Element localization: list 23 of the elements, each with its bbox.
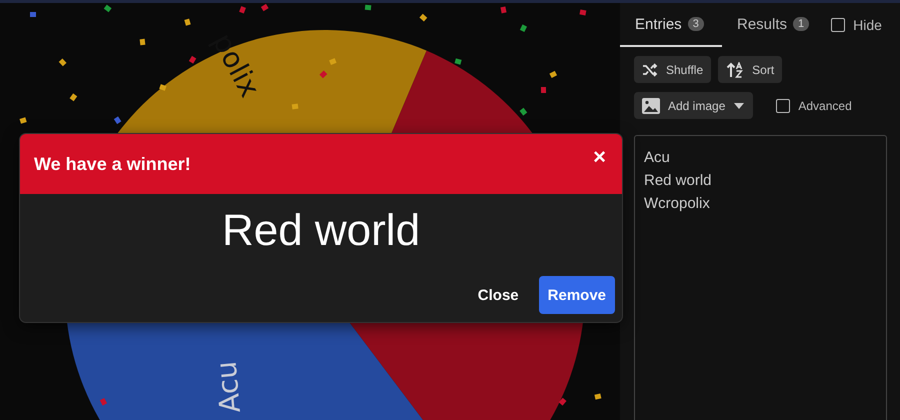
image-icon [642, 98, 660, 114]
caret-icon [733, 102, 746, 110]
advanced-checkbox[interactable] [776, 98, 790, 112]
close-button[interactable]: Close [466, 276, 531, 314]
count-badge: 1 [793, 17, 810, 31]
hide-checkbox[interactable] [831, 18, 846, 32]
sort-icon [726, 62, 744, 78]
shuffle-button[interactable]: Shuffle [634, 56, 712, 83]
tab-label: Entries [635, 16, 682, 32]
checkbox-label: Hide [853, 17, 882, 33]
dialog-title: We have a winner! [34, 154, 191, 174]
count-badge: 3 [688, 17, 704, 31]
entries-field[interactable]: Acu Red world Wcropolix [634, 135, 887, 420]
remove-button[interactable]: Remove [538, 276, 615, 314]
add-image-button[interactable]: Add image [634, 92, 754, 119]
tab-label: Results [737, 16, 788, 32]
sort-button[interactable]: Sort [718, 56, 782, 83]
tab[interactable]: Entries 3 [620, 3, 722, 47]
checkbox-label: Advanced [798, 98, 852, 112]
shuffle-icon [642, 62, 658, 76]
winner-name: Red world [220, 206, 422, 256]
wheel-segment-label: Acu [210, 360, 247, 414]
tab[interactable]: Results 1 [722, 3, 824, 47]
